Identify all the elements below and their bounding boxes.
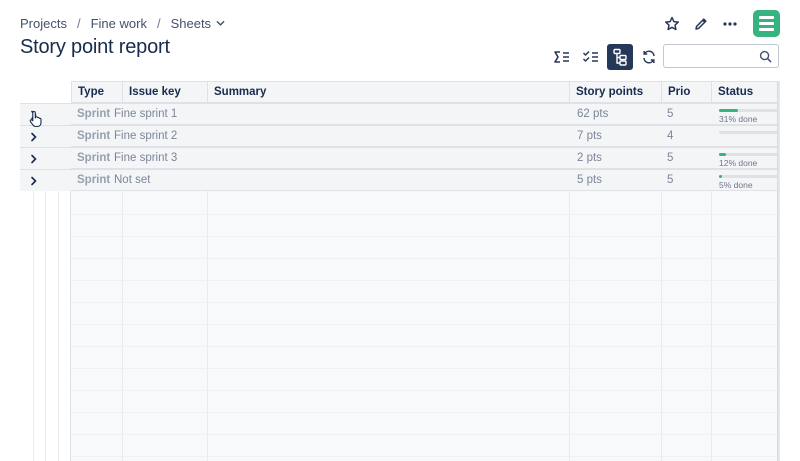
chevron-down-icon[interactable]	[216, 19, 225, 28]
star-icon	[664, 16, 680, 30]
more-button[interactable]	[717, 11, 743, 37]
breadcrumb-fine-work[interactable]: Fine work	[91, 16, 147, 31]
hierarchy-button[interactable]	[607, 44, 633, 70]
table-header: Type Issue key Summary Story points Prio…	[71, 81, 780, 103]
row-type: Sprint	[77, 152, 111, 164]
row-type: Sprint	[77, 174, 111, 186]
search-icon[interactable]	[759, 50, 772, 63]
progress-bar	[719, 109, 780, 112]
checklist-icon	[582, 50, 598, 63]
row-status: 31% done	[719, 107, 780, 124]
row-prio: 4	[667, 130, 674, 142]
row-prio: 5	[667, 152, 674, 164]
expand-toggle[interactable]	[20, 170, 71, 191]
horizontal-scroll-shadow	[777, 81, 780, 461]
row-name: Fine sprint 1	[114, 108, 178, 120]
row-name: Fine sprint 3	[114, 152, 178, 164]
breadcrumb-projects[interactable]: Projects	[20, 16, 67, 31]
view-toolbar	[549, 44, 665, 70]
progress-bar	[719, 153, 780, 156]
top-actions	[656, 10, 780, 37]
column-header-issue-key[interactable]: Issue key	[123, 82, 208, 103]
breadcrumb: Projects / Fine work / Sheets	[20, 16, 225, 31]
row-story-points: 62 pts	[577, 108, 609, 120]
table-row[interactable]: Sprint Not set 5 pts 5 5% done	[20, 169, 780, 191]
app-logo-icon[interactable]	[753, 10, 780, 37]
status-label: 12% done	[719, 158, 758, 168]
breadcrumb-separator: /	[76, 16, 81, 31]
row-prio: 5	[667, 174, 674, 186]
sigma-list-icon	[554, 51, 569, 63]
row-name: Fine sprint 2	[114, 130, 178, 142]
table-row[interactable]: Sprint Fine sprint 2 7 pts 4	[20, 125, 780, 147]
row-story-points: 7 pts	[577, 130, 602, 142]
table-row[interactable]: Sprint Fine sprint 3 2 pts 5 12% done	[20, 147, 780, 169]
refresh-button[interactable]	[636, 44, 662, 70]
star-button[interactable]	[659, 11, 685, 37]
table-row[interactable]: Sprint Fine sprint 1 62 pts 5 31% done	[20, 103, 780, 125]
row-type: Sprint	[77, 130, 111, 142]
hierarchy-icon	[613, 48, 627, 66]
sum-toggle-button[interactable]	[549, 44, 575, 70]
report-grid: Type Issue key Summary Story points Prio…	[20, 81, 780, 461]
expand-toggle[interactable]	[20, 148, 71, 169]
checklist-button[interactable]	[578, 44, 604, 70]
chevron-right-icon	[31, 154, 37, 163]
column-header-type[interactable]: Type	[72, 82, 123, 103]
row-story-points: 2 pts	[577, 152, 602, 164]
column-header-prio[interactable]: Prio	[662, 82, 712, 103]
more-icon	[723, 21, 737, 26]
row-status	[719, 129, 780, 145]
row-story-points: 5 pts	[577, 174, 602, 186]
row-name: Not set	[114, 174, 151, 186]
row-status: 12% done	[719, 151, 780, 168]
breadcrumb-sheets[interactable]: Sheets	[171, 16, 211, 31]
chevron-right-icon	[31, 132, 37, 141]
chevron-right-icon	[31, 176, 37, 185]
expand-toggle[interactable]	[20, 126, 71, 147]
progress-bar	[719, 131, 780, 134]
search-field	[663, 44, 779, 68]
column-header-story-points[interactable]: Story points	[570, 82, 662, 103]
row-prio: 5	[667, 108, 674, 120]
row-status: 5% done	[719, 173, 780, 190]
status-label: 5% done	[719, 180, 753, 190]
column-header-summary[interactable]: Summary	[208, 82, 570, 103]
edit-pencil-icon	[695, 17, 707, 30]
expand-toggle[interactable]	[20, 104, 71, 125]
page-title: Story point report	[20, 36, 170, 58]
progress-bar	[719, 175, 780, 178]
refresh-icon	[643, 50, 655, 64]
chevron-right-icon	[31, 110, 37, 119]
column-header-status[interactable]: Status	[712, 82, 780, 103]
search-input[interactable]	[664, 45, 754, 67]
breadcrumb-separator: /	[156, 16, 161, 31]
status-label: 31% done	[719, 114, 758, 124]
edit-button[interactable]	[688, 11, 714, 37]
row-type: Sprint	[77, 108, 111, 120]
